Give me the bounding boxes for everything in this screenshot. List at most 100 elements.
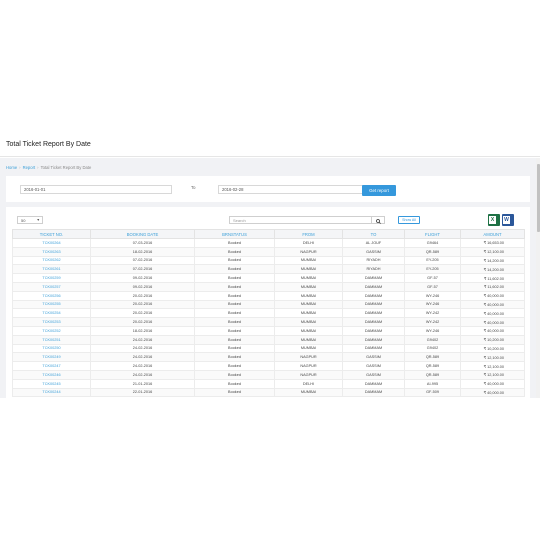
cell-booking-date: 24-02-2016 xyxy=(90,352,195,363)
cell-flight: G9402 xyxy=(404,343,461,354)
table-row: TCK00250 24-02-2016 Booked MUMBAI DAMMAM G940… xyxy=(12,343,525,354)
cell-brnstatus: Booked xyxy=(194,246,275,257)
column-header-from[interactable]: FROM xyxy=(274,229,343,239)
table-row: TCK00256 20-02-2016 Booked MUMBAI DAMMAM WY-2… xyxy=(12,290,525,301)
cell-brnstatus: Booked xyxy=(194,378,275,389)
ticket-link[interactable]: TCK00261 xyxy=(12,264,91,275)
page-scrollbar[interactable] xyxy=(536,158,540,398)
table-row: TCK00255 20-02-2016 Booked MUMBAI DAMMAM WY-2… xyxy=(12,299,525,310)
cell-amount: ₹ 11,602.00 xyxy=(460,273,525,283)
excel-export-icon[interactable]: X xyxy=(488,214,500,226)
cell-brnstatus: Booked xyxy=(194,352,275,363)
column-header-booking-date[interactable]: BOOKING DATE xyxy=(90,229,195,239)
cell-booking-date: 20-02-2016 xyxy=(90,308,195,319)
cell-flight: G9464 xyxy=(404,238,461,248)
cell-flight: QR-589 xyxy=(404,352,461,363)
cell-to: DAMMAM xyxy=(342,308,405,319)
word-export-icon[interactable]: W xyxy=(502,214,514,226)
cell-brnstatus: Booked xyxy=(194,299,275,310)
cell-to: DAMMAM xyxy=(342,290,405,301)
column-header-ticket-no[interactable]: TICKET NO. xyxy=(12,229,91,239)
cell-amount: ₹ 40,000.00 xyxy=(460,387,525,398)
scrollbar-thumb[interactable] xyxy=(536,164,540,232)
ticket-link[interactable]: TCK00249 xyxy=(12,352,91,363)
ticket-link[interactable]: TCK00246 xyxy=(12,369,91,380)
ticket-link[interactable]: TCK00251 xyxy=(12,334,91,345)
ticket-link[interactable]: TCK00255 xyxy=(12,299,91,310)
get-report-button[interactable]: Get report xyxy=(362,185,396,196)
table-row: TCK00245 21-01-2016 Booked DELHI DAMMAM AI-99… xyxy=(12,378,525,389)
cell-amount: ₹ 14,200.00 xyxy=(460,264,525,275)
ticket-link[interactable]: TCK00256 xyxy=(12,290,91,301)
cell-from: DELHI xyxy=(274,238,343,248)
column-header-amount[interactable]: AMOUNT xyxy=(460,229,525,239)
ticket-link[interactable]: TCK00259 xyxy=(12,273,91,283)
cell-amount: ₹ 40,000.00 xyxy=(460,378,525,389)
column-header-to[interactable]: TO xyxy=(342,229,405,239)
ticket-link[interactable]: TCK00254 xyxy=(12,308,91,319)
page-size-value: 50 xyxy=(21,218,26,223)
to-date-input[interactable]: 2016-02-28 xyxy=(218,185,370,194)
ticket-link[interactable]: TCK00262 xyxy=(12,255,91,266)
cell-from: MUMBAI xyxy=(274,325,343,336)
breadcrumb-home[interactable]: Home xyxy=(6,165,17,170)
cell-brnstatus: Booked xyxy=(194,264,275,275)
table-row: TCK00262 07-02-2016 Booked MUMBAI RIYADH EY-2… xyxy=(12,255,525,266)
ticket-link[interactable]: TCK00253 xyxy=(12,317,91,327)
cell-amount: ₹ 10,200.00 xyxy=(460,334,525,345)
cell-amount: ₹ 40,000.00 xyxy=(460,308,525,319)
ticket-link[interactable]: TCK00244 xyxy=(12,387,91,398)
breadcrumb-report[interactable]: Report xyxy=(23,165,36,170)
search-button[interactable] xyxy=(372,216,385,224)
cell-to: DAMMAM xyxy=(342,343,405,354)
ticket-link[interactable]: TCK00247 xyxy=(12,361,91,371)
cell-flight: WY-246 xyxy=(404,290,461,301)
ticket-link[interactable]: TCK00263 xyxy=(12,246,91,257)
show-all-button[interactable]: Show All xyxy=(398,216,420,224)
cell-booking-date: 20-02-2016 xyxy=(90,317,195,327)
cell-brnstatus: Booked xyxy=(194,281,275,292)
from-date-input[interactable]: 2016-01-01 xyxy=(20,185,172,194)
column-header-flight[interactable]: FLIGHT xyxy=(404,229,461,239)
cell-to: RIYADH xyxy=(342,255,405,266)
ticket-link[interactable]: TCK00245 xyxy=(12,378,91,389)
ticket-link[interactable]: TCK00257 xyxy=(12,281,91,292)
cell-amount: ₹ 16,653.00 xyxy=(460,238,525,248)
cell-brnstatus: Booked xyxy=(194,369,275,380)
cell-from: MUMBAI xyxy=(274,343,343,354)
table-row: TCK00251 24-02-2016 Booked MUMBAI DAMMAM G940… xyxy=(12,334,525,345)
table-row: TCK00261 07-02-2016 Booked MUMBAI RIYADH EY-2… xyxy=(12,264,525,275)
cell-booking-date: 20-02-2016 xyxy=(90,290,195,301)
cell-brnstatus: Booked xyxy=(194,255,275,266)
cell-amount: ₹ 40,000.00 xyxy=(460,317,525,327)
search-input[interactable]: Search xyxy=(229,216,372,224)
cell-to: DAMMAM xyxy=(342,378,405,389)
to-label: To xyxy=(191,185,196,190)
cell-from: MUMBAI xyxy=(274,290,343,301)
chevron-down-icon: ▼ xyxy=(36,218,40,222)
table-row: TCK00249 24-02-2016 Booked NAGPUR GASSIM QR-5… xyxy=(12,352,525,363)
ticket-link[interactable]: TCK00250 xyxy=(12,343,91,354)
cell-booking-date: 07-03-2016 xyxy=(90,238,195,248)
cell-amount: ₹ 11,602.00 xyxy=(460,281,525,292)
cell-flight: EY-205 xyxy=(404,264,461,275)
content-area: Home › Report › Total Ticket Report By Date … xyxy=(0,158,536,398)
cell-flight: EY-205 xyxy=(404,255,461,266)
cell-booking-date: 18-02-2016 xyxy=(90,246,195,257)
cell-to: DAMMAM xyxy=(342,387,405,398)
column-header-brnstatus[interactable]: BRNSTATUS xyxy=(194,229,275,239)
cell-booking-date: 21-01-2016 xyxy=(90,378,195,389)
cell-brnstatus: Booked xyxy=(194,325,275,336)
cell-to: DAMMAM xyxy=(342,317,405,327)
cell-to: DAMMAM xyxy=(342,334,405,345)
cell-amount: ₹ 12,100.00 xyxy=(460,352,525,363)
ticket-link[interactable]: TCK00252 xyxy=(12,325,91,336)
cell-amount: ₹ 40,000.00 xyxy=(460,325,525,336)
page-size-select[interactable]: 50 ▼ xyxy=(17,216,43,224)
table-row: TCK00244 22-01-2016 Booked MUMBAI DAMMAM GF-5… xyxy=(12,387,525,398)
cell-to: DAMMAM xyxy=(342,281,405,292)
cell-to: GASSIM xyxy=(342,369,405,380)
table-row: TCK00264 07-03-2016 Booked DELHI AL JOUF G946… xyxy=(12,238,525,248)
ticket-link[interactable]: TCK00264 xyxy=(12,238,91,248)
cell-from: MUMBAI xyxy=(274,387,343,398)
